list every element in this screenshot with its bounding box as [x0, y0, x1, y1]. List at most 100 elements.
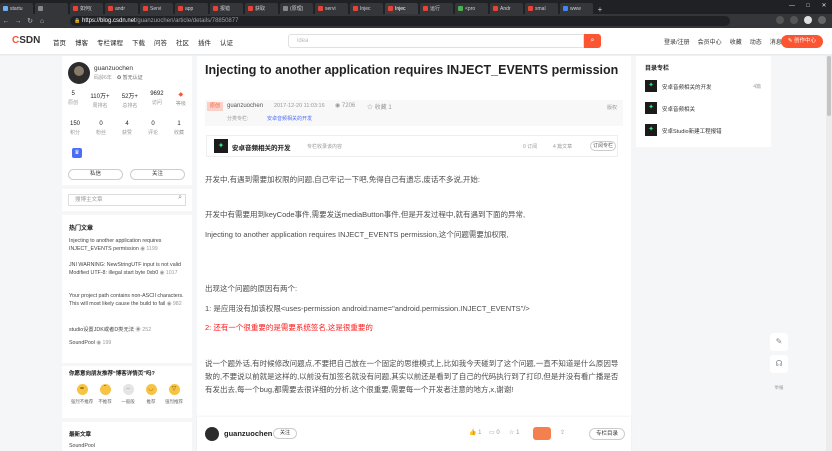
browser-tab[interactable]: 获取 [245, 3, 278, 14]
url-input[interactable]: 🔒 https://blog.csdn.net/guanzuochen/arti… [70, 16, 730, 26]
author-stat[interactable]: 9692 访问 [150, 91, 163, 109]
column-directory-button[interactable]: 专栏目录 [589, 428, 625, 440]
medal-badge-icon[interactable]: ♛ [72, 148, 82, 158]
bottom-author-name[interactable]: guanzuochen [224, 429, 272, 438]
favorite-button[interactable]: ☆ 1 [509, 429, 519, 436]
author-stat[interactable]: 52万+ 总排名 [122, 91, 138, 109]
author-stat[interactable]: 4 获赞 [122, 121, 132, 136]
column-name[interactable]: 安卓音频相关的开发 [232, 142, 291, 152]
author-stat[interactable]: 150 积分 [70, 121, 80, 136]
like-button[interactable]: 👍 1 [469, 429, 482, 436]
user-nav-item[interactable]: 登录/注册 [664, 37, 690, 46]
nav-item[interactable]: 社区 [176, 37, 189, 47]
rating-option[interactable]: – 一般般 [119, 384, 137, 405]
column-tag[interactable]: 安卓音频相关的开发 [267, 115, 312, 122]
extension-icon[interactable] [790, 16, 798, 24]
csdn-logo[interactable]: CSDN [12, 35, 40, 46]
browser-tab[interactable]: Injec [385, 3, 418, 14]
browser-tab[interactable]: servi [315, 3, 348, 14]
browser-tab[interactable]: smal [525, 3, 558, 14]
new-tab-button[interactable]: + [595, 5, 605, 14]
nav-item[interactable]: 下载 [132, 37, 145, 47]
rating-option[interactable]: ◡ 推荐 [142, 384, 160, 405]
browser-tab[interactable]: andr [105, 3, 138, 14]
site-search-input[interactable]: idea [288, 34, 584, 48]
column-directory-item[interactable]: ✦ 安卓音频相关的开发 4篇 [645, 80, 765, 92]
browser-tab[interactable]: (原理) [280, 3, 313, 14]
maximize-button[interactable]: □ [800, 0, 816, 14]
browser-tab[interactable]: 如何( [70, 3, 103, 14]
copyright-link[interactable]: 版权 [607, 104, 617, 111]
scrollbar-thumb[interactable] [827, 56, 831, 116]
browser-tab[interactable]: <pro [455, 3, 488, 14]
private-message-button[interactable]: 私信 [68, 169, 123, 180]
home-icon[interactable]: ⌂ [36, 18, 48, 25]
reward-icon[interactable] [533, 427, 551, 440]
browser-tab[interactable]: 运行 [420, 3, 453, 14]
blogger-search-input[interactable]: 搜博主文章 [68, 194, 186, 206]
site-header: CSDN 首页 博客 专栏课程 下载 问答 社区 插件 认证 idea ⌕ 登录/注册 会员中心… [0, 28, 832, 54]
nav-item[interactable]: 首页 [53, 37, 66, 47]
nav-item[interactable]: 插件 [198, 37, 211, 47]
meta-author[interactable]: guanzuochen [227, 103, 263, 109]
user-nav-item[interactable]: 动态 [750, 37, 762, 46]
user-nav-item[interactable]: 会员中心 [698, 37, 722, 46]
follow-button[interactable]: 关注 [130, 169, 185, 180]
share-icon[interactable]: ⇪ [560, 429, 565, 436]
rating-option[interactable]: ≖ 强烈不推荐 [71, 384, 93, 405]
browser-tab[interactable]: Andr [490, 3, 523, 14]
author-stat[interactable]: 5 原创 [68, 91, 78, 109]
browser-tab[interactable]: 报错 [210, 3, 243, 14]
nav-item[interactable]: 问答 [154, 37, 167, 47]
hot-article-item[interactable]: SoundPool ◉ 199 [69, 339, 185, 347]
extension-icon[interactable] [776, 16, 784, 24]
search-button[interactable]: ⌕ [584, 34, 601, 48]
search-icon[interactable]: ⌕ [178, 194, 182, 202]
hot-article-item[interactable]: JNI WARNING: NewStringUTF input is not v… [69, 261, 185, 277]
browser-tab[interactable]: www [560, 3, 593, 14]
browser-tab[interactable]: Servi [140, 3, 173, 14]
edit-icon[interactable]: ✎ [770, 333, 788, 351]
url-path: /guanzuochen/article/details/78850877 [135, 18, 239, 24]
column-directory-item[interactable]: ✦ 安卓Studio新建工程报错 [645, 124, 765, 136]
author-stat[interactable]: 0 评论 [148, 121, 158, 136]
hot-article-item[interactable]: Your project path contains non-ASCII cha… [69, 292, 185, 308]
user-nav-item[interactable]: 消息 [770, 37, 782, 46]
forward-icon[interactable]: → [12, 18, 24, 25]
create-center-button[interactable]: ✎ 创作中心 [781, 35, 823, 48]
author-stat[interactable]: 1 收藏 [174, 121, 184, 136]
browser-tab[interactable]: app [175, 3, 208, 14]
user-nav-item[interactable]: 收藏 [730, 37, 742, 46]
back-icon[interactable]: ← [0, 18, 12, 25]
browser-tab[interactable]: startu [0, 3, 33, 14]
page-scrollbar[interactable] [826, 54, 832, 451]
close-window-button[interactable]: ✕ [816, 0, 832, 14]
hot-article-item[interactable]: studio设置JDK或者D类无法 ◉ 252 [69, 326, 185, 334]
meta-favorite[interactable]: ☆ 收藏 1 [367, 102, 392, 111]
report-label[interactable]: 举报 [770, 385, 788, 391]
author-stat[interactable]: ◆ 等级 [176, 91, 186, 109]
hot-article-item[interactable]: Injecting to another application require… [69, 237, 185, 253]
avatar[interactable] [205, 427, 219, 441]
rating-option[interactable]: ▽ 强烈推荐 [165, 384, 183, 405]
author-stat[interactable]: 110万+ 周排名 [90, 91, 109, 109]
newest-item[interactable]: SoundPool [69, 443, 95, 449]
headset-icon[interactable]: ☊ [770, 355, 788, 373]
comment-button[interactable]: ▭ 0 [489, 429, 500, 436]
browser-tab[interactable] [35, 3, 68, 14]
minimize-button[interactable]: — [784, 0, 800, 14]
nav-item[interactable]: 博客 [75, 37, 88, 47]
browser-tab[interactable]: Injec [350, 3, 383, 14]
profile-icon[interactable] [804, 16, 812, 24]
nav-item[interactable]: 认证 [220, 37, 233, 47]
column-directory-item[interactable]: ✦ 安卓音频相关 [645, 102, 765, 114]
subscribe-column-button[interactable]: 订阅专栏 [590, 141, 616, 151]
author-stat[interactable]: 0 粉丝 [96, 121, 106, 136]
nav-item[interactable]: 专栏课程 [97, 37, 123, 47]
rating-option[interactable]: ˘ 不推荐 [96, 384, 114, 405]
author-name[interactable]: guanzuochen [94, 65, 133, 72]
avatar[interactable] [68, 62, 90, 84]
bottom-follow-button[interactable]: 关注 [273, 428, 297, 439]
menu-icon[interactable] [818, 16, 826, 24]
reload-icon[interactable]: ↻ [24, 17, 36, 25]
